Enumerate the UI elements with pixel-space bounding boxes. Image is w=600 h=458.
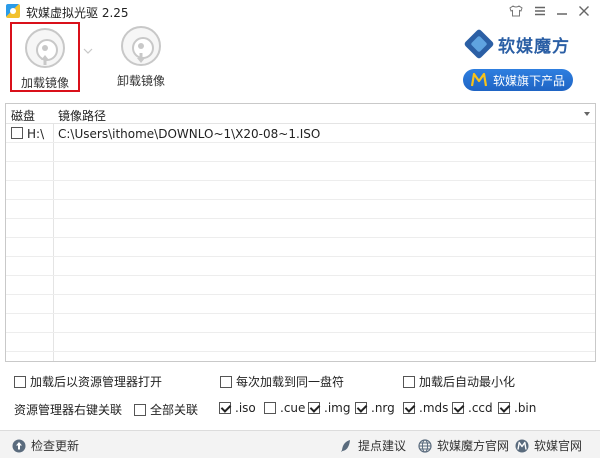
mofang-site-link[interactable]: 软媒魔方官网 <box>418 437 509 454</box>
open-explorer-checkbox[interactable] <box>14 375 26 388</box>
ext-img-option[interactable]: .img <box>308 401 350 415</box>
list-header: 磁盘 镜像路径 <box>6 104 595 124</box>
ext-cue-option[interactable]: .cue <box>264 401 305 415</box>
auto-minimize-option[interactable]: 加载后自动最小化 <box>403 373 515 390</box>
feedback-link[interactable]: 提点建议 <box>339 437 406 454</box>
title-bar: 软媒虚拟光驱 2.25 <box>0 0 600 22</box>
close-icon[interactable] <box>576 3 592 19</box>
same-drive-checkbox[interactable] <box>220 375 232 388</box>
ext-bin-label: .bin <box>514 401 537 415</box>
auto-minimize-label: 加载后自动最小化 <box>419 375 516 389</box>
minimize-icon[interactable] <box>554 3 570 19</box>
status-bar: 检查更新 提点建议 软媒魔方官网 软媒官网 <box>0 430 600 458</box>
ext-nrg-label: .nrg <box>371 401 395 415</box>
ext-nrg-checkbox[interactable] <box>355 402 367 414</box>
check-update-label: 检查更新 <box>31 439 80 453</box>
sort-arrow-icon[interactable] <box>583 110 591 118</box>
ext-iso-checkbox[interactable] <box>219 402 231 414</box>
ext-mds-label: .mds <box>419 401 449 415</box>
globe-icon <box>418 438 432 453</box>
empty-row <box>6 219 595 238</box>
column-header-path[interactable]: 镜像路径 <box>58 107 106 124</box>
arrow-down-icon <box>137 53 145 63</box>
chevron-down-icon[interactable] <box>82 46 94 56</box>
unmount-image-button[interactable]: 卸载镜像 <box>106 22 176 92</box>
ext-bin-option[interactable]: .bin <box>498 401 536 415</box>
ruanmei-m-icon <box>515 439 529 452</box>
empty-row <box>6 276 595 295</box>
row-checkbox[interactable] <box>11 127 23 139</box>
empty-row <box>6 257 595 276</box>
ext-mds-option[interactable]: .mds <box>403 401 448 415</box>
ruanmei-site-link[interactable]: 软媒官网 <box>515 437 582 454</box>
associate-all-option[interactable]: 全部关联 <box>134 401 198 418</box>
skin-icon[interactable] <box>508 3 524 19</box>
empty-row <box>6 333 595 352</box>
check-update-link[interactable]: 检查更新 <box>12 437 79 454</box>
ext-mds-checkbox[interactable] <box>403 402 415 414</box>
context-menu-label: 资源管理器右键关联 <box>14 403 123 417</box>
brand-text: 软媒魔方 <box>498 36 570 57</box>
arrow-up-icon <box>41 55 49 65</box>
list-rows: H:\ C:\Users\ithome\DOWNLO~1\X20-08~1.IS… <box>6 124 595 352</box>
ext-nrg-option[interactable]: .nrg <box>355 401 395 415</box>
ext-img-label: .img <box>324 401 351 415</box>
ruanmei-m-icon <box>471 73 487 87</box>
unmount-image-label: 卸载镜像 <box>116 74 165 88</box>
window-title: 软媒虚拟光驱 2.25 <box>26 6 129 20</box>
mount-image-label: 加载镜像 <box>20 76 69 90</box>
mount-image-button[interactable]: 加载镜像 <box>10 22 80 92</box>
open-explorer-label: 加载后以资源管理器打开 <box>30 375 163 389</box>
feedback-label: 提点建议 <box>358 439 407 453</box>
ext-ccd-checkbox[interactable] <box>452 402 464 414</box>
toolbar: 加载镜像 卸载镜像 软媒魔方 软媒旗下产品 <box>0 22 600 100</box>
ruanmei-products-button[interactable]: 软媒旗下产品 <box>463 69 573 91</box>
mofang-logo-icon <box>463 28 495 60</box>
ext-ccd-label: .ccd <box>468 401 493 415</box>
row-drive: H:\ <box>27 127 45 141</box>
mofang-site-label: 软媒魔方官网 <box>437 439 510 453</box>
feather-icon <box>341 439 350 452</box>
ext-bin-checkbox[interactable] <box>498 402 510 414</box>
mounted-images-list[interactable]: 磁盘 镜像路径 H:\ C:\Users\ithome\DOWNLO~1\X20… <box>5 103 596 362</box>
column-header-drive[interactable]: 磁盘 <box>11 107 35 124</box>
empty-row <box>6 238 595 257</box>
upload-arrow-icon <box>12 439 26 452</box>
empty-row <box>6 162 595 181</box>
empty-row <box>6 200 595 219</box>
associate-all-label: 全部关联 <box>150 403 199 417</box>
ext-iso-label: .iso <box>235 401 256 415</box>
ext-ccd-option[interactable]: .ccd <box>452 401 493 415</box>
empty-row <box>6 295 595 314</box>
ext-cue-checkbox[interactable] <box>264 402 276 414</box>
brand-logo[interactable]: 软媒魔方 <box>463 28 570 60</box>
row-path: C:\Users\ithome\DOWNLO~1\X20-08~1.ISO <box>58 127 321 141</box>
table-row[interactable]: H:\ C:\Users\ithome\DOWNLO~1\X20-08~1.IS… <box>6 124 595 143</box>
empty-row <box>6 181 595 200</box>
menu-icon[interactable] <box>532 3 548 19</box>
ruanmei-site-label: 软媒官网 <box>534 439 583 453</box>
app-icon <box>6 4 20 18</box>
empty-row <box>6 314 595 333</box>
ext-cue-label: .cue <box>280 401 306 415</box>
auto-minimize-checkbox[interactable] <box>403 375 415 388</box>
ext-iso-option[interactable]: .iso <box>219 401 256 415</box>
open-explorer-option[interactable]: 加载后以资源管理器打开 <box>14 373 162 390</box>
empty-row <box>6 143 595 162</box>
ext-img-checkbox[interactable] <box>308 402 320 414</box>
same-drive-option[interactable]: 每次加载到同一盘符 <box>220 373 344 390</box>
ruanmei-products-label: 软媒旗下产品 <box>493 73 566 88</box>
same-drive-label: 每次加载到同一盘符 <box>236 375 345 389</box>
associate-all-checkbox[interactable] <box>134 403 146 416</box>
